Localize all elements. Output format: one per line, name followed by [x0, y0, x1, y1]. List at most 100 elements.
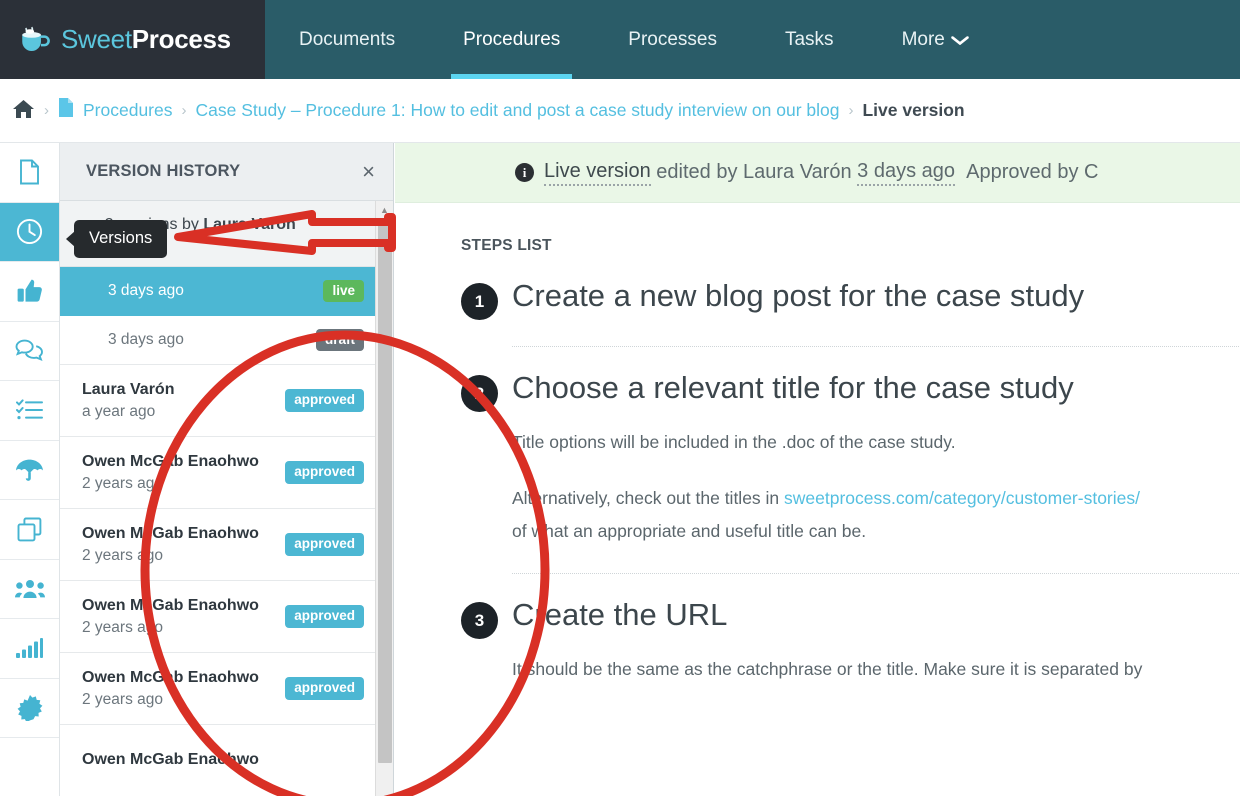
step-1: 1 Create a new blog post for the case st…	[461, 255, 1240, 347]
step-paragraph: It should be the same as the catchphrase…	[512, 659, 1143, 680]
brand-process: Process	[131, 24, 231, 54]
version-row-author: Laura Varón	[82, 380, 175, 398]
step-number-badge: 2	[461, 375, 498, 412]
status-badge-approved: approved	[285, 461, 364, 484]
live-version-editor: edited by Laura Varón	[656, 161, 852, 183]
paragraph-line-2: of what an appropriate and useful title …	[512, 520, 867, 541]
breadcrumb-separator-3: ›	[848, 102, 854, 119]
steps-section: STEPS LIST 1 Create a new blog post for …	[395, 203, 1240, 686]
step-header[interactable]: 3 Create the URL	[461, 596, 1240, 640]
status-badge-draft: draft	[316, 328, 364, 352]
version-row[interactable]: Owen McGab Enaohwo 2 years ago approved	[60, 581, 393, 654]
version-row[interactable]: Owen McGab Enaohwo	[60, 725, 393, 796]
status-badge-approved: approved	[285, 533, 364, 556]
breadcrumb-procedure-title-link[interactable]: Case Study – Procedure 1: How to edit an…	[196, 100, 840, 121]
rail-item-settings[interactable]	[0, 679, 59, 738]
version-row-author: Owen McGab Enaohwo	[82, 524, 259, 542]
step-header[interactable]: 2 Choose a relevant title for the case s…	[461, 369, 1240, 412]
live-version-label[interactable]: Live version	[544, 160, 651, 186]
version-row-text: Owen McGab Enaohwo 2 years ago	[82, 595, 285, 639]
home-icon[interactable]	[12, 99, 35, 123]
info-icon: i	[515, 163, 534, 182]
version-row[interactable]: Owen McGab Enaohwo 2 years ago approved	[60, 653, 393, 726]
step-number-badge: 1	[461, 283, 498, 320]
breadcrumb-current: Live version	[862, 100, 965, 120]
coffee-cup-icon	[18, 25, 52, 55]
breadcrumb-separator-1: ›	[44, 102, 49, 119]
version-row[interactable]: Laura Varón a year ago approved	[60, 365, 393, 438]
version-row-text: Owen McGab Enaohwo	[82, 749, 380, 771]
app-root: SweetProcess Documents Procedures Proces…	[0, 0, 1240, 796]
close-icon[interactable]: ×	[362, 160, 375, 183]
rail-item-teams[interactable]	[0, 560, 59, 619]
brand-wordmark: SweetProcess	[61, 24, 231, 55]
rail-item-version-history[interactable]	[0, 202, 59, 262]
version-group-author: Laura Varón	[203, 216, 296, 233]
rail-item-approvals[interactable]	[0, 262, 59, 322]
scroll-up-icon[interactable]: ▲	[376, 201, 393, 218]
version-row-author: Owen McGab Enaohwo	[82, 596, 259, 614]
version-row-author: Owen McGab Enaohwo	[82, 452, 259, 470]
breadcrumb-procedures-link[interactable]: Procedures	[83, 100, 173, 121]
version-row-time: 2 years ago	[82, 691, 163, 709]
version-row-live[interactable]: 3 days ago live	[60, 267, 393, 317]
step-paragraph-with-link: Alternatively, check out the titles in s…	[512, 482, 1240, 547]
nav-label-tasks: Tasks	[784, 28, 834, 50]
rail-item-upload[interactable]	[0, 441, 59, 500]
checklist-icon	[16, 399, 43, 421]
version-row-draft[interactable]: 3 days ago draft	[60, 316, 393, 366]
version-list[interactable]: 2 versions by Laura Varón 3 days ago 3 d…	[60, 201, 393, 796]
rail-item-checklist[interactable]	[0, 381, 59, 441]
thumbs-up-icon	[17, 279, 43, 304]
version-history-title: VERSION HISTORY	[86, 162, 241, 180]
step-title[interactable]: Choose a relevant title for the case stu…	[512, 369, 1074, 408]
nav-items: Documents Procedures Processes Tasks Mor…	[265, 0, 1001, 79]
version-row[interactable]: Owen McGab Enaohwo 2 years ago approved	[60, 509, 393, 582]
rail-item-document[interactable]	[0, 143, 59, 203]
step-body: It should be the same as the catchphrase…	[461, 639, 1240, 685]
nav-label-procedures: Procedures	[463, 28, 561, 50]
version-row-text: Owen McGab Enaohwo 2 years ago	[82, 451, 285, 495]
nav-item-tasks[interactable]: Tasks	[751, 0, 868, 79]
document-icon	[58, 97, 74, 124]
nav-label-processes: Processes	[628, 28, 717, 50]
rail-item-reports[interactable]	[0, 619, 59, 679]
status-badge-approved: approved	[285, 677, 364, 700]
top-navigation-bar: SweetProcess Documents Procedures Proces…	[0, 0, 1240, 79]
paragraph-prefix: Alternatively, check out the titles in	[512, 488, 785, 509]
live-version-time: 3 days ago	[857, 160, 956, 186]
version-row-time: 3 days ago	[108, 282, 184, 300]
rail-item-duplicate[interactable]	[0, 500, 59, 560]
nav-item-more[interactable]: More	[868, 0, 1001, 79]
rail-item-comments[interactable]	[0, 322, 59, 381]
nav-item-processes[interactable]: Processes	[594, 0, 751, 79]
step-body: Title options will be included in the .d…	[461, 412, 1240, 547]
main-content: i Live version edited by Laura Varón 3 d…	[395, 143, 1240, 796]
document-icon	[19, 159, 40, 185]
version-row-time: 3 days ago	[108, 331, 184, 349]
status-badge-approved: approved	[285, 605, 364, 628]
version-row-text: Owen McGab Enaohwo 2 years ago	[82, 523, 285, 567]
version-row-text: Owen McGab Enaohwo 2 years ago	[82, 667, 285, 711]
brand-logo-area[interactable]: SweetProcess	[0, 0, 265, 79]
step-title[interactable]: Create a new blog post for the case stud…	[512, 277, 1084, 316]
umbrella-icon	[15, 458, 44, 482]
breadcrumb: › Procedures › Case Study – Procedure 1:…	[0, 79, 1240, 143]
live-version-banner: i Live version edited by Laura Varón 3 d…	[395, 143, 1240, 203]
version-row[interactable]: Owen McGab Enaohwo 2 years ago approved	[60, 437, 393, 510]
step-title[interactable]: Create the URL	[512, 596, 727, 635]
bar-chart-icon	[16, 638, 43, 659]
version-row-text: 3 days ago	[108, 280, 323, 302]
step-3: 3 Create the URL It should be the same a…	[461, 574, 1240, 685]
version-row-text: 3 days ago	[108, 329, 316, 351]
nav-item-documents[interactable]: Documents	[265, 0, 429, 79]
clock-history-icon	[16, 218, 43, 245]
scrollbar-thumb[interactable]	[378, 218, 392, 763]
step-header[interactable]: 1 Create a new blog post for the case st…	[461, 277, 1240, 320]
copy-icon	[17, 517, 42, 542]
status-badge-approved: approved	[285, 389, 364, 412]
left-icon-rail	[0, 143, 60, 796]
version-list-scrollbar[interactable]: ▲	[375, 201, 393, 796]
nav-item-procedures[interactable]: Procedures	[429, 0, 594, 79]
customer-stories-link[interactable]: sweetprocess.com/category/customer-stori…	[784, 488, 1140, 508]
